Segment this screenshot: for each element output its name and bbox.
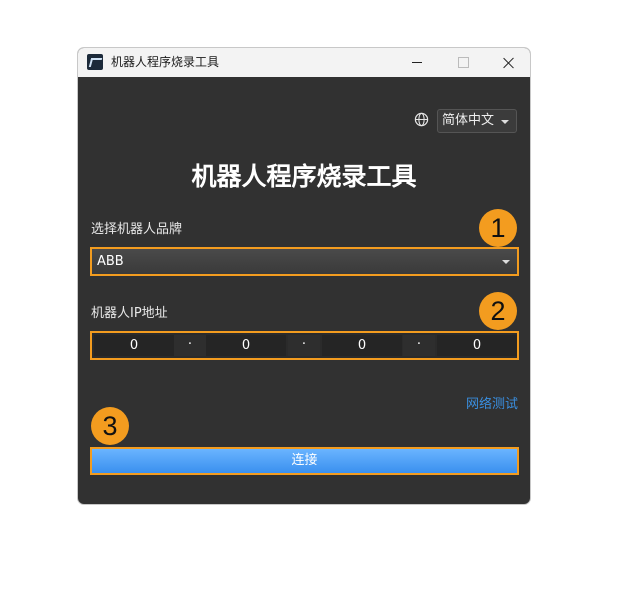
ip-label: 机器人IP地址 (91, 306, 168, 321)
minimize-icon (412, 62, 422, 63)
chevron-down-icon (502, 260, 510, 264)
brand-select-value: ABB (97, 254, 124, 269)
maximize-icon (457, 57, 469, 68)
connect-button[interactable]: 连接 (90, 447, 519, 475)
ip-separator: · (288, 335, 320, 356)
callout-badge-3: 3 (91, 407, 129, 445)
ip-octet-4[interactable]: 0 (437, 335, 517, 356)
close-button[interactable] (486, 48, 530, 77)
brand-select[interactable]: ABB (90, 247, 519, 276)
chevron-down-icon (501, 120, 509, 124)
language-select[interactable]: 简体中文 (437, 109, 517, 133)
ip-separator: · (403, 335, 435, 356)
ip-address-input: 0 · 0 · 0 · 0 (90, 331, 519, 360)
callout-badge-1: 1 (479, 209, 517, 247)
brand-label: 选择机器人品牌 (91, 222, 183, 237)
ip-octet-1[interactable]: 0 (94, 335, 174, 356)
ip-separator: · (174, 335, 206, 356)
callout-badge-2: 2 (479, 292, 517, 330)
page-title: 机器人程序烧录工具 (191, 162, 417, 191)
close-icon (503, 57, 515, 69)
ip-octet-2[interactable]: 0 (206, 335, 286, 356)
maximize-button[interactable] (440, 48, 486, 77)
minimize-button[interactable] (394, 48, 440, 77)
globe-icon (414, 112, 429, 127)
ip-octet-3[interactable]: 0 (322, 335, 402, 356)
network-test-link[interactable]: 网络测试 (466, 396, 518, 414)
title-bar[interactable]: 机器人程序烧录工具 (78, 48, 530, 77)
window-title: 机器人程序烧录工具 (111, 55, 220, 69)
app-logo-icon (87, 54, 103, 70)
language-select-value: 简体中文 (442, 113, 495, 128)
app-window: 机器人程序烧录工具 简体中文 机器人程序烧录工具 选择机器人品牌 ABB 机器人… (77, 47, 531, 505)
